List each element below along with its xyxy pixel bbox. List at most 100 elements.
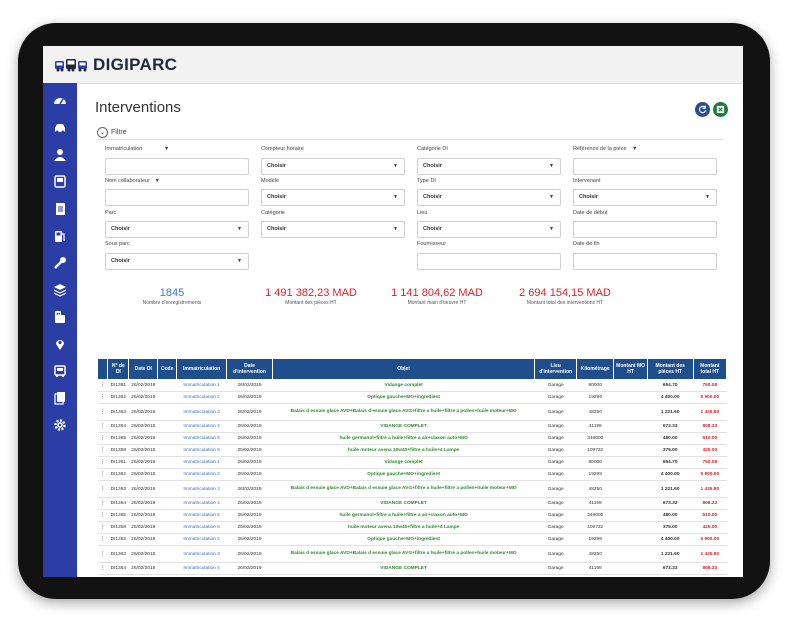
- table-row[interactable]: ⋮ DI1361 26/02/2019 Immatriculation 1 26/02/…: [97, 379, 727, 392]
- cell-immatriculation[interactable]: Immatriculation 3: [176, 545, 227, 563]
- date-debut-input[interactable]: [573, 221, 717, 238]
- cell-immatriculation[interactable]: Immatriculation 5: [176, 509, 227, 522]
- wrench-icon[interactable]: [51, 254, 69, 272]
- refresh-button[interactable]: [695, 102, 710, 117]
- modele-select[interactable]: Choisir ▼: [261, 189, 405, 206]
- truck-front-icon[interactable]: [51, 362, 69, 380]
- dashboard-icon[interactable]: [51, 92, 69, 110]
- table-row[interactable]: ⋮ DI1361 26/02/2019 Immatriculation 1 26/02/…: [97, 456, 727, 469]
- files-icon[interactable]: [51, 389, 69, 407]
- cell-immatriculation[interactable]: Immatriculation 2: [176, 468, 227, 481]
- row-menu-icon[interactable]: ⋮: [97, 509, 108, 522]
- filter-toggle[interactable]: ⌄ Filtre: [97, 127, 127, 138]
- cell-immatriculation[interactable]: Immatriculation 2: [176, 391, 227, 404]
- fournisseur-input[interactable]: [417, 253, 561, 270]
- table-row[interactable]: ⋮ DI1358 25/02/2019 Immatriculation 6 25/02/…: [97, 444, 727, 457]
- row-menu-icon[interactable]: ⋮: [97, 574, 108, 577]
- parc-select[interactable]: Choisir ▼: [105, 221, 249, 238]
- row-menu-icon[interactable]: ⋮: [97, 533, 108, 546]
- cell-immatriculation[interactable]: Immatriculation 1: [176, 456, 227, 469]
- row-menu-icon[interactable]: ⋮: [97, 545, 108, 563]
- categorie-di-select[interactable]: Choisir ▼: [417, 158, 561, 175]
- cell-lieu: Garage: [534, 533, 577, 546]
- date-fin-input[interactable]: [573, 253, 717, 270]
- layers-icon[interactable]: [51, 281, 69, 299]
- nom-collaborateur-input[interactable]: [105, 189, 249, 206]
- column-header[interactable]: Code: [157, 358, 178, 380]
- cell-immatriculation[interactable]: Immatriculation 1: [176, 379, 227, 392]
- map-pin-icon[interactable]: [51, 335, 69, 353]
- user-icon[interactable]: [51, 146, 69, 164]
- immatriculation-label[interactable]: Immatriculation ▼: [105, 146, 169, 152]
- cell-montant-mo: [613, 480, 648, 498]
- lieu-select[interactable]: Choisir ▼: [417, 221, 561, 238]
- cell-immatriculation[interactable]: Immatriculation 3: [176, 403, 227, 421]
- row-menu-icon[interactable]: ⋮: [97, 420, 108, 433]
- intervenant-select[interactable]: Choisir ▼: [573, 189, 717, 206]
- table-row[interactable]: ⋮ DI1363 26/02/2019 Immatriculation 3 26/02/…: [97, 480, 727, 498]
- column-header[interactable]: Date DI: [128, 358, 159, 380]
- column-header[interactable]: Immatriculation: [176, 358, 228, 380]
- nom-collaborateur-label[interactable]: Nom collaborateur ▼: [105, 178, 160, 184]
- cell-immatriculation[interactable]: Immatriculation 6: [176, 521, 227, 534]
- row-menu-icon[interactable]: ⋮: [97, 403, 108, 421]
- table-row[interactable]: ⋮ DI1364 26/02/2019 Immatriculation 4 26/02/…: [97, 497, 727, 510]
- column-header[interactable]: Montant MO HT: [613, 358, 648, 380]
- immatriculation-input[interactable]: [105, 158, 249, 175]
- column-header[interactable]: Objet: [271, 358, 536, 380]
- row-menu-icon[interactable]: ⋮: [97, 468, 108, 481]
- cell-immatriculation[interactable]: Immatriculation 5: [176, 574, 227, 577]
- excel-export-button[interactable]: [713, 102, 728, 117]
- row-menu-icon[interactable]: ⋮: [97, 432, 108, 445]
- table-row[interactable]: ⋮DI136526/02/2019Immatriculation 526/02/…: [97, 509, 727, 522]
- column-header[interactable]: Kilométrage: [575, 358, 615, 380]
- column-header[interactable]: Date d'intervention: [226, 358, 273, 380]
- table-row[interactable]: ⋮ DI1362 26/02/2019 Immatriculation 2 26/02/…: [97, 391, 727, 404]
- row-menu-icon[interactable]: ⋮: [97, 562, 108, 575]
- document-icon[interactable]: [51, 200, 69, 218]
- compteur-horaire-select[interactable]: Choisir ▼: [261, 158, 405, 175]
- table-row[interactable]: ⋮ DI1358 25/02/2019 Immatriculation 6 25/02/…: [97, 521, 727, 534]
- row-menu-icon[interactable]: ⋮: [97, 379, 108, 392]
- column-header[interactable]: Montant des pièces HT: [646, 358, 694, 380]
- row-menu-icon[interactable]: ⋮: [97, 391, 108, 404]
- gear-icon[interactable]: [51, 416, 69, 434]
- reference-piece-input[interactable]: [573, 158, 717, 175]
- cell-immatriculation[interactable]: Immatriculation 2: [176, 533, 227, 546]
- chevron-down-icon: ▼: [549, 226, 554, 232]
- table-row[interactable]: ⋮ DI1364 26/02/2019 Immatriculation 4 26/02/…: [97, 562, 727, 575]
- column-header[interactable]: Lieu d'intervention: [534, 358, 577, 380]
- row-menu-icon[interactable]: ⋮: [97, 480, 108, 498]
- building-icon[interactable]: [51, 308, 69, 326]
- row-menu-icon[interactable]: ⋮: [97, 456, 108, 469]
- table-row[interactable]: ⋮ DI1364 26/02/2019 Immatriculation 4 26/02/…: [97, 420, 727, 433]
- table-row[interactable]: ⋮ DI1362 26/02/2019 Immatriculation 2 26/02/…: [97, 533, 727, 546]
- table-row[interactable]: ⋮ DI1363 26/02/2019 Immatriculation 3 26/02/…: [97, 545, 727, 563]
- categorie-select[interactable]: Choisir ▼: [261, 221, 405, 238]
- car-icon[interactable]: [51, 119, 69, 137]
- row-menu-icon[interactable]: ⋮: [97, 497, 108, 510]
- table-row[interactable]: ⋮DI136526/02/2019Immatriculation 526/02/…: [97, 432, 727, 445]
- fuel-pump-icon[interactable]: [51, 227, 69, 245]
- cell-immatriculation[interactable]: Immatriculation 4: [176, 562, 227, 575]
- cell-code: [157, 379, 177, 392]
- type-di-select[interactable]: Choisir ▼: [417, 189, 561, 206]
- cell-immatriculation[interactable]: Immatriculation 4: [176, 420, 227, 433]
- table-row[interactable]: ⋮DI136526/02/2019Immatriculation 526/02/…: [97, 574, 727, 577]
- table-row[interactable]: ⋮ DI1363 26/02/2019 Immatriculation 3 26/02/…: [97, 403, 727, 421]
- column-header[interactable]: Montant total HT: [692, 358, 728, 380]
- cell-immatriculation[interactable]: Immatriculation 3: [176, 480, 227, 498]
- column-header[interactable]: [96, 358, 109, 380]
- sous-parc-select[interactable]: Choisir ▼: [105, 253, 249, 270]
- cell-immatriculation[interactable]: Immatriculation 6: [176, 444, 227, 457]
- app-logo[interactable]: DIGIPARC: [55, 55, 177, 75]
- cell-immatriculation[interactable]: Immatriculation 4: [176, 497, 227, 510]
- row-menu-icon[interactable]: ⋮: [97, 444, 108, 457]
- cell-objet: huile moteur avena 10w40+filtre a huile+…: [272, 521, 535, 534]
- bus-icon[interactable]: [51, 173, 69, 191]
- reference-piece-label[interactable]: Référence de la pièce ▼: [573, 146, 638, 152]
- table-row[interactable]: ⋮ DI1362 26/02/2019 Immatriculation 2 26/02/…: [97, 468, 727, 481]
- column-header[interactable]: N° de DI: [107, 358, 130, 380]
- cell-immatriculation[interactable]: Immatriculation 5: [176, 432, 227, 445]
- row-menu-icon[interactable]: ⋮: [97, 521, 108, 534]
